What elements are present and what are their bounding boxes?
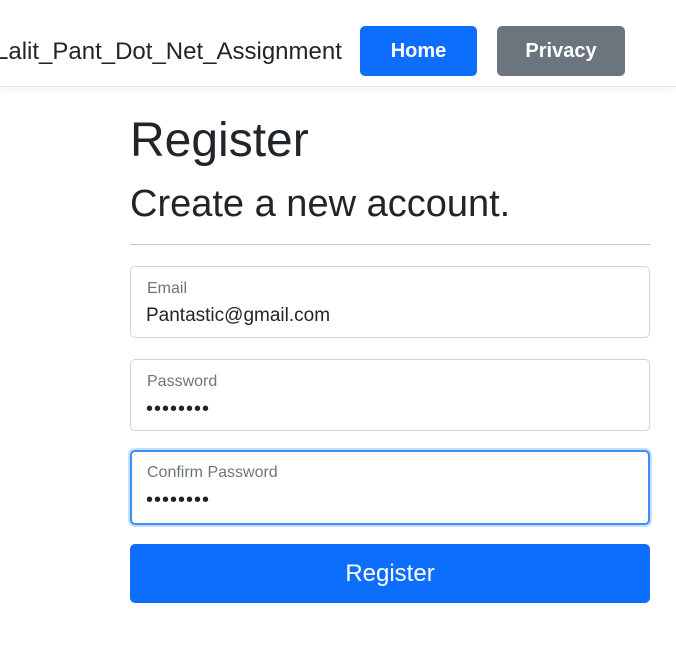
navbar-brand[interactable]: Lalit_Pant_Dot_Net_Assignment <box>0 36 342 68</box>
navbar: Lalit_Pant_Dot_Net_Assignment Home Priva… <box>0 0 676 87</box>
page-title: Register <box>130 114 309 167</box>
confirm-password-field[interactable]: Confirm Password <box>130 450 650 525</box>
confirm-password-label: Confirm Password <box>147 464 278 481</box>
password-label: Password <box>147 373 218 390</box>
confirm-password-input[interactable] <box>146 487 626 513</box>
password-field[interactable]: Password <box>130 359 650 431</box>
home-button[interactable]: Home <box>360 26 477 76</box>
register-button[interactable]: Register <box>130 544 650 603</box>
email-field[interactable]: Email <box>130 266 650 338</box>
email-label: Email <box>147 280 188 297</box>
privacy-button[interactable]: Privacy <box>497 26 625 76</box>
divider <box>130 244 650 245</box>
password-input[interactable] <box>146 396 626 422</box>
page-subtitle: Create a new account. <box>130 183 511 225</box>
email-input[interactable] <box>146 303 626 329</box>
